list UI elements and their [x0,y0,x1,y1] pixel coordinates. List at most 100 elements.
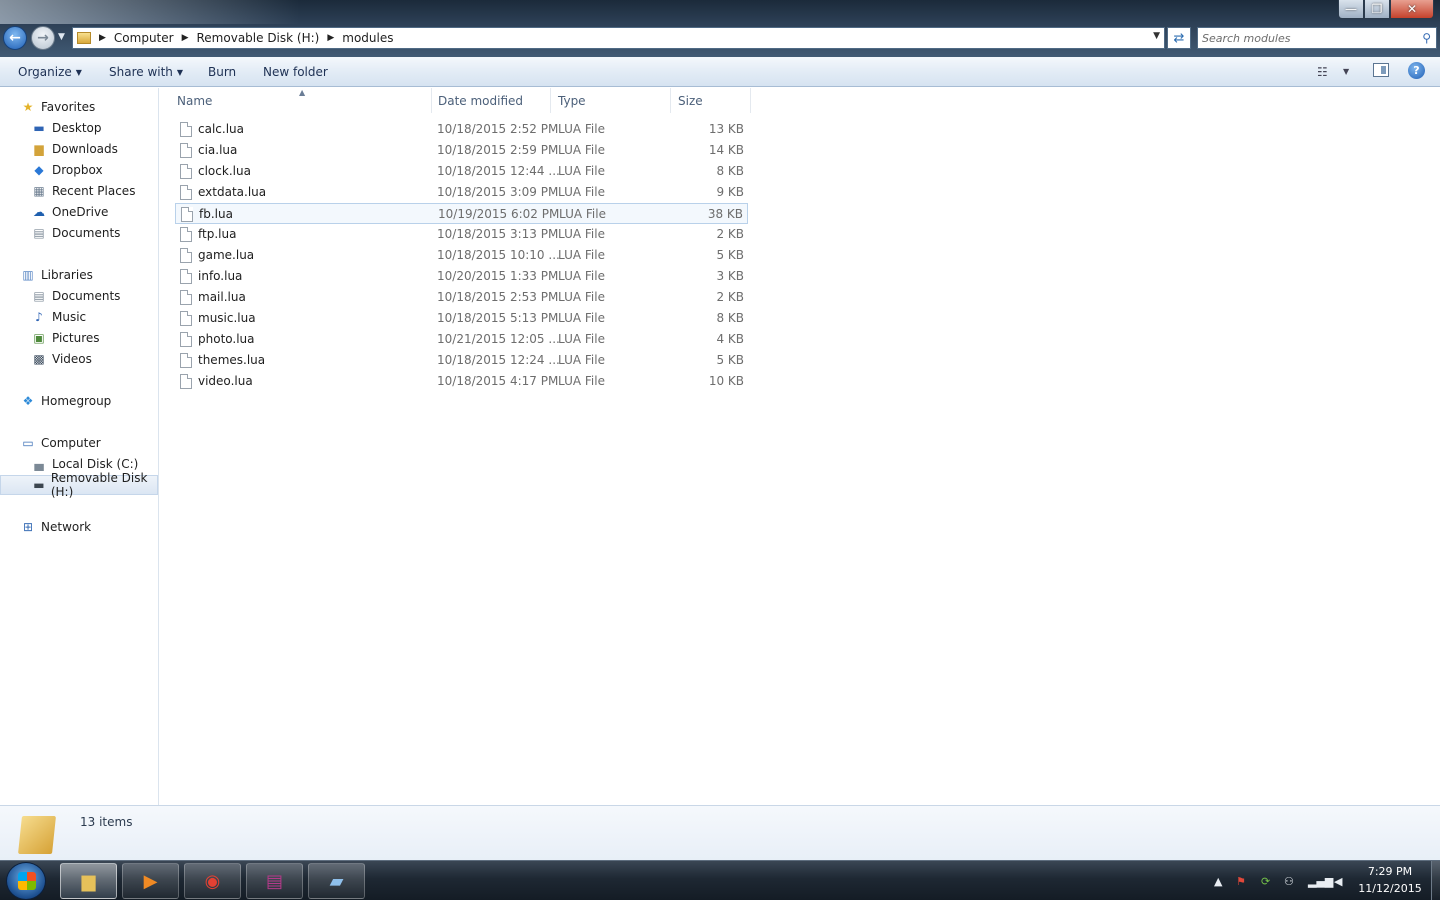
taskbar-winrar[interactable]: ▤ [246,863,303,899]
file-icon [180,353,192,368]
organize-button[interactable]: Organize ▼ [18,65,82,79]
clock-date[interactable]: 11/12/2015 [1352,882,1428,895]
nav-library-documents[interactable]: ▤ Documents [0,286,158,306]
address-bar[interactable]: ▶ Computer ▶ Removable Disk (H:) ▶ modul… [72,27,1165,49]
close-button[interactable]: ✕ [1390,0,1434,19]
nav-network-label: Network [41,520,92,534]
nav-desktop[interactable]: ▬ Desktop [0,118,158,138]
new-folder-button[interactable]: New folder [263,65,328,79]
back-button[interactable]: ← [3,26,27,50]
nav-libraries[interactable]: ▥ Libraries [0,265,158,285]
sync-icon[interactable]: ⟳ [1261,875,1270,888]
search-input[interactable] [1202,30,1412,46]
nav-removable-disk-h[interactable]: ▬ Removable Disk (H:) [0,471,158,499]
file-date-modified: 10/18/2015 12:24 ... [437,353,560,367]
search-icon[interactable]: ⚲ [1422,31,1431,45]
show-hidden-icons-icon[interactable]: ▲ [1214,875,1222,888]
preview-pane-icon[interactable] [1373,63,1389,77]
search-box[interactable]: ⚲ [1197,27,1437,49]
forward-button[interactable]: → [31,26,55,50]
file-date-modified: 10/18/2015 5:13 PM [437,311,559,325]
nav-homegroup[interactable]: ❖ Homegroup [0,391,158,411]
column-header-size[interactable]: Size [671,88,751,113]
file-row[interactable]: cia.lua 10/18/2015 2:59 PM LUA File 14 KB [175,140,748,161]
file-type: LUA File [558,290,605,304]
breadcrumb-modules[interactable]: modules [342,31,393,45]
file-row[interactable]: photo.lua 10/21/2015 12:05 ... LUA File 4 K… [175,329,748,350]
help-icon[interactable]: ? [1408,62,1425,79]
column-header-type[interactable]: Type [551,88,671,113]
change-view-icon[interactable]: ☷ [1317,65,1328,79]
file-row[interactable]: game.lua 10/18/2015 10:10 ... LUA File 5 KB [175,245,748,266]
file-icon [180,332,192,347]
taskbar-notepad[interactable]: ▰ [308,863,365,899]
file-row[interactable]: ftp.lua 10/18/2015 3:13 PM LUA File 2 KB [175,224,748,245]
recent-places-icon: ▦ [33,184,45,198]
views-dropdown-icon[interactable]: ▼ [1343,67,1349,76]
file-row[interactable]: extdata.lua 10/18/2015 3:09 PM LUA File 9 K… [175,182,748,203]
nav-downloads-label: Downloads [52,142,118,156]
usb-device-icon[interactable]: ⚇ [1284,875,1294,888]
clock-time[interactable]: 7:29 PM [1352,865,1428,878]
show-desktop-button[interactable] [1431,861,1440,900]
nav-library-music[interactable]: ♪ Music [0,307,158,327]
windows-logo-icon [18,872,36,890]
nav-library-pictures-label: Pictures [52,331,100,345]
nav-library-pictures[interactable]: ▣ Pictures [0,328,158,348]
computer-icon: ▭ [22,436,34,450]
nav-favorites-label: Favorites [41,100,96,114]
file-row[interactable]: music.lua 10/18/2015 5:13 PM LUA File 8 KB [175,308,748,329]
nav-downloads[interactable]: ▆ Downloads [0,139,158,159]
nav-dropbox[interactable]: ◆ Dropbox [0,160,158,180]
address-dropdown-icon[interactable]: ▼ [1153,31,1160,41]
maximize-button[interactable]: ❐ [1364,0,1390,19]
file-size: 4 KB [716,332,744,346]
file-row[interactable]: mail.lua 10/18/2015 2:53 PM LUA File 2 KB [175,287,748,308]
burn-button[interactable]: Burn [208,65,236,79]
nav-local-disk-label: Local Disk (C:) [52,457,139,471]
file-date-modified: 10/20/2015 1:33 PM [437,269,559,283]
breadcrumb-separator-icon[interactable]: ▶ [182,33,189,43]
file-type: LUA File [558,374,605,388]
file-date-modified: 10/21/2015 12:05 ... [437,332,560,346]
file-date-modified: 10/18/2015 2:52 PM [437,122,559,136]
file-row[interactable]: clock.lua 10/18/2015 12:44 ... LUA File 8 K… [175,161,748,182]
taskbar-chrome[interactable]: ◉ [184,863,241,899]
breadcrumb-computer[interactable]: Computer [114,31,174,45]
file-date-modified: 10/18/2015 3:13 PM [437,227,559,241]
taskbar-windows-explorer[interactable]: ▆ [60,863,117,899]
nav-onedrive[interactable]: ☁ OneDrive [0,202,158,222]
nav-documents[interactable]: ▤ Documents [0,223,158,243]
column-header-date[interactable]: Date modified [431,88,551,113]
minimize-button[interactable]: — [1338,0,1364,19]
network-signal-icon[interactable]: ▂▄▆ [1308,875,1333,888]
start-button[interactable] [6,862,46,900]
file-icon [180,143,192,158]
nav-library-music-label: Music [52,310,87,324]
file-size: 38 KB [707,207,743,221]
file-type: LUA File [558,143,605,157]
action-center-icon[interactable]: ⚑ [1236,875,1246,888]
file-size: 5 KB [716,248,744,262]
file-name: calc.lua [198,122,244,136]
nav-computer[interactable]: ▭ Computer [0,433,158,453]
file-row[interactable]: calc.lua 10/18/2015 2:52 PM LUA File 13 KB [175,119,748,140]
file-row[interactable]: fb.lua 10/19/2015 6:02 PM LUA File 38 KB [175,203,748,224]
nav-network[interactable]: ⊞ Network [0,517,158,537]
refresh-button[interactable]: ⇄ [1167,27,1191,49]
breadcrumb-separator-icon[interactable]: ▶ [327,33,334,43]
nav-recent-places[interactable]: ▦ Recent Places [0,181,158,201]
file-row[interactable]: video.lua 10/18/2015 4:17 PM LUA File 10 KB [175,371,748,392]
breadcrumb-removable-disk[interactable]: Removable Disk (H:) [197,31,320,45]
file-row[interactable]: themes.lua 10/18/2015 12:24 ... LUA File 5 … [175,350,748,371]
nav-library-videos[interactable]: ▩ Videos [0,349,158,369]
recent-pages-button[interactable]: ▼ [58,32,65,42]
nav-favorites[interactable]: ★ Favorites [0,97,158,117]
breadcrumb-separator-icon[interactable]: ▶ [99,33,106,43]
share-with-button[interactable]: Share with ▼ [109,65,183,79]
winrar-icon: ▤ [265,870,283,892]
file-row[interactable]: info.lua 10/20/2015 1:33 PM LUA File 3 KB [175,266,748,287]
taskbar-media-player[interactable]: ▶ [122,863,179,899]
nav-recent-places-label: Recent Places [52,184,136,198]
volume-icon[interactable]: ◀ [1334,875,1342,888]
